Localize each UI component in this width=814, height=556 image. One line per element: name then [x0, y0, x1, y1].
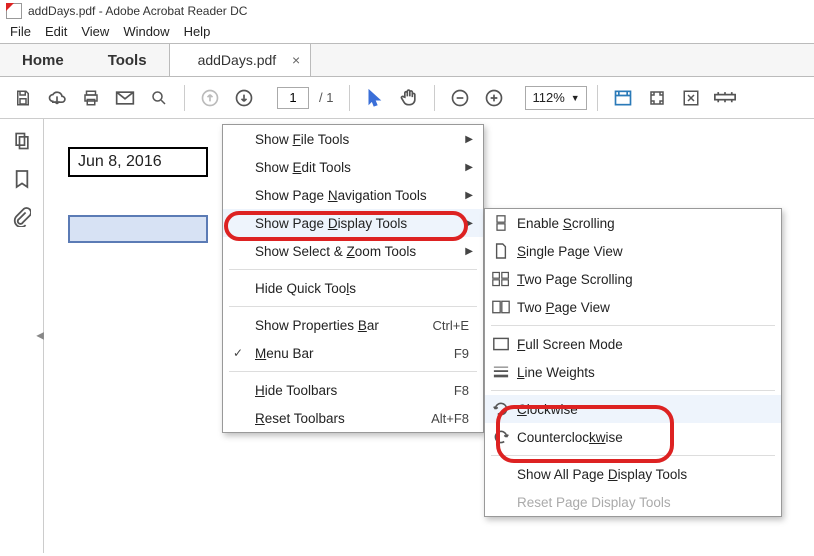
submenu-full-screen[interactable]: Full Screen Mode: [485, 330, 781, 358]
submenu-arrow-icon: ▶: [465, 134, 473, 145]
separator: [229, 306, 477, 307]
menu-hide-toolbars[interactable]: Hide Toolbars F8: [223, 376, 483, 404]
two-scroll-icon: [491, 271, 511, 287]
shortcut-label: F9: [454, 346, 469, 361]
submenu-show-all-display-tools[interactable]: Show All Page Display Tools: [485, 460, 781, 488]
tab-tools[interactable]: Tools: [86, 44, 169, 76]
hand-tool-icon[interactable]: [394, 83, 424, 113]
menu-view[interactable]: View: [81, 24, 109, 39]
submenu-arrow-icon: ▶: [465, 190, 473, 201]
tab-home[interactable]: Home: [0, 44, 86, 76]
page-up-icon[interactable]: [195, 83, 225, 113]
submenu-clockwise[interactable]: Clockwise: [485, 395, 781, 423]
menu-reset-toolbars[interactable]: Reset Toolbars Alt+F8: [223, 404, 483, 432]
collapse-sidebar-icon[interactable]: ◀: [36, 331, 44, 342]
toolbar: / 1 112% ▼: [0, 77, 814, 119]
tab-file-label: addDays.pdf: [198, 52, 277, 68]
menu-bar: File Edit View Window Help: [0, 22, 814, 43]
separator: [184, 85, 185, 111]
menu-properties-bar[interactable]: Show Properties Bar Ctrl+E: [223, 311, 483, 339]
menu-file[interactable]: File: [10, 24, 31, 39]
submenu-arrow-icon: ▶: [465, 246, 473, 257]
page-total: / 1: [319, 90, 333, 105]
submenu-line-weights[interactable]: Line Weights: [485, 358, 781, 386]
fullscreen-icon: [491, 337, 511, 351]
separator: [491, 455, 775, 456]
shortcut-label: F8: [454, 383, 469, 398]
date-text: Jun 8, 2016: [78, 153, 162, 171]
fit-page-icon[interactable]: [642, 83, 672, 113]
check-icon: ✓: [233, 346, 243, 360]
rotate-ccw-icon: [491, 429, 511, 445]
search-icon[interactable]: [144, 83, 174, 113]
tabs-row: Home Tools addDays.pdf ×: [0, 43, 814, 77]
page-down-icon[interactable]: [229, 83, 259, 113]
submenu-arrow-icon: ▶: [465, 162, 473, 173]
submenu-arrow-icon: ▶: [465, 218, 473, 229]
submenu-page-display: Enable Scrolling Single Page View Two Pa…: [484, 208, 782, 517]
submenu-single-page[interactable]: Single Page View: [485, 237, 781, 265]
fit-visible-icon[interactable]: [676, 83, 706, 113]
enable-scrolling-icon: [491, 215, 511, 231]
two-page-icon: [491, 300, 511, 314]
thumbnails-icon[interactable]: [12, 131, 32, 151]
submenu-counterclockwise[interactable]: Counterclockwise: [485, 423, 781, 451]
separator: [229, 269, 477, 270]
menu-help[interactable]: Help: [184, 24, 211, 39]
zoom-out-icon[interactable]: [445, 83, 475, 113]
attachment-icon[interactable]: [13, 207, 31, 227]
window-title: addDays.pdf - Adobe Acrobat Reader DC: [28, 4, 247, 18]
cloud-icon[interactable]: [42, 83, 72, 113]
menu-show-edit-tools[interactable]: Show Edit Tools ▶: [223, 153, 483, 181]
separator: [597, 85, 598, 111]
bookmark-icon[interactable]: [14, 169, 30, 189]
zoom-value: 112%: [532, 90, 564, 105]
separator: [229, 371, 477, 372]
page-number-input[interactable]: [277, 87, 309, 109]
title-bar: addDays.pdf - Adobe Acrobat Reader DC: [0, 0, 814, 22]
line-weights-icon: [491, 365, 511, 379]
shortcut-label: Ctrl+E: [433, 318, 469, 333]
single-page-icon: [491, 243, 511, 259]
menu-menu-bar[interactable]: ✓ Menu Bar F9: [223, 339, 483, 367]
zoom-in-icon[interactable]: [479, 83, 509, 113]
submenu-two-page-scrolling[interactable]: Two Page Scrolling: [485, 265, 781, 293]
menu-hide-quick-tools[interactable]: Hide Quick Tools: [223, 274, 483, 302]
save-icon[interactable]: [8, 83, 38, 113]
sidebar: ◀: [0, 119, 44, 553]
date-field: Jun 8, 2016: [68, 147, 208, 177]
context-menu-toolbars: Show File Tools ▶ Show Edit Tools ▶ Show…: [222, 124, 484, 433]
menu-show-page-display-tools[interactable]: Show Page Display Tools ▶: [223, 209, 483, 237]
read-mode-icon[interactable]: [710, 83, 740, 113]
submenu-reset-display-tools: Reset Page Display Tools: [485, 488, 781, 516]
close-tab-icon[interactable]: ×: [292, 52, 300, 68]
menu-edit[interactable]: Edit: [45, 24, 67, 39]
menu-window[interactable]: Window: [123, 24, 169, 39]
separator: [491, 390, 775, 391]
selected-field[interactable]: [68, 215, 208, 243]
separator: [349, 85, 350, 111]
zoom-dropdown[interactable]: 112% ▼: [525, 86, 586, 110]
menu-show-file-tools[interactable]: Show File Tools ▶: [223, 125, 483, 153]
mail-icon[interactable]: [110, 83, 140, 113]
rotate-cw-icon: [491, 401, 511, 417]
print-icon[interactable]: [76, 83, 106, 113]
select-tool-icon[interactable]: [360, 83, 390, 113]
menu-show-select-zoom-tools[interactable]: Show Select & Zoom Tools ▶: [223, 237, 483, 265]
separator: [434, 85, 435, 111]
tab-file[interactable]: addDays.pdf ×: [169, 44, 312, 76]
submenu-two-page-view[interactable]: Two Page View: [485, 293, 781, 321]
submenu-enable-scrolling[interactable]: Enable Scrolling: [485, 209, 781, 237]
shortcut-label: Alt+F8: [431, 411, 469, 426]
app-icon: [6, 3, 22, 19]
chevron-down-icon: ▼: [571, 93, 580, 103]
fit-width-icon[interactable]: [608, 83, 638, 113]
menu-show-page-nav-tools[interactable]: Show Page Navigation Tools ▶: [223, 181, 483, 209]
separator: [491, 325, 775, 326]
